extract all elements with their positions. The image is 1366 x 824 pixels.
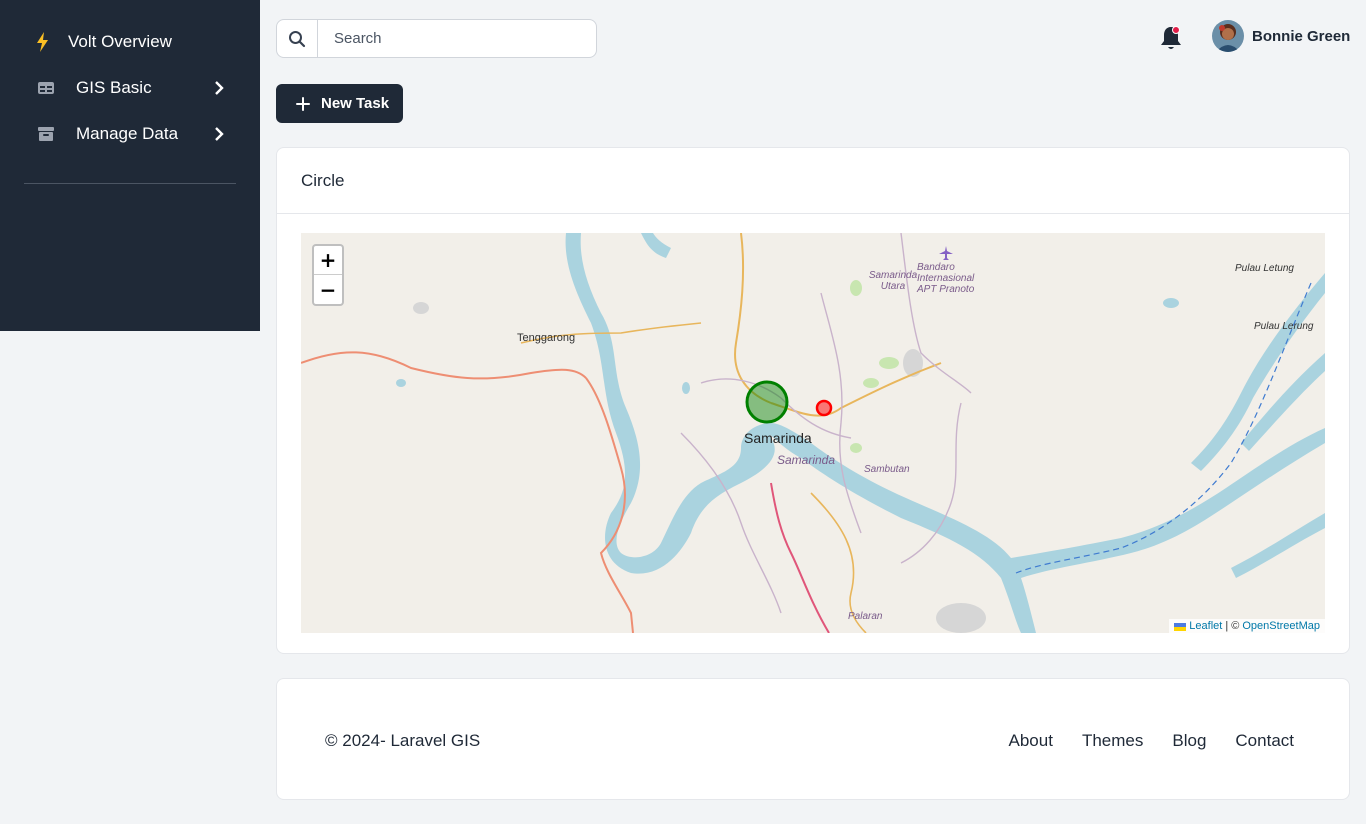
footer: © 2024- Laravel GIS About Themes Blog Co… — [276, 678, 1350, 800]
archive-icon — [36, 124, 56, 144]
sidebar-item-label: GIS Basic — [76, 78, 152, 97]
new-task-button[interactable]: New Task — [276, 84, 403, 123]
circle-overlay[interactable] — [745, 380, 789, 424]
leaflet-link[interactable]: Leaflet — [1189, 620, 1222, 632]
footer-link-contact[interactable]: Contact — [1235, 731, 1294, 751]
attribution-separator: | © — [1225, 620, 1240, 632]
table-icon — [36, 78, 56, 98]
notification-button[interactable] — [1158, 24, 1184, 52]
sidebar-brand[interactable]: Volt Overview — [36, 28, 172, 56]
zoom-in-button[interactable]: + — [314, 246, 342, 275]
sidebar: Volt Overview GIS Basic Manage Data — [0, 0, 260, 331]
sidebar-brand-label: Volt Overview — [68, 32, 172, 51]
notification-dot — [1172, 26, 1180, 34]
map-card: Circle Tenggarong Samarinda Samarinda Sa… — [276, 147, 1350, 654]
footer-link-themes[interactable]: Themes — [1082, 731, 1143, 751]
leaflet-map[interactable]: Tenggarong Samarinda Samarinda Samarinda… — [301, 233, 1325, 633]
sidebar-item-manage-data[interactable]: Manage Data — [36, 118, 226, 150]
chevron-right-icon — [212, 127, 226, 141]
footer-links: About Themes Blog Contact — [1009, 731, 1294, 751]
zoom-control: + − — [312, 244, 344, 306]
ukraine-flag-icon — [1174, 622, 1187, 631]
avatar — [1212, 20, 1244, 52]
user-name: Bonnie Green — [1252, 27, 1351, 45]
zoom-out-button[interactable]: − — [314, 275, 342, 304]
sidebar-divider — [24, 183, 236, 184]
user-menu[interactable]: Bonnie Green — [1212, 20, 1350, 52]
chevron-right-icon — [212, 81, 226, 95]
search-input[interactable] — [318, 20, 596, 57]
footer-link-blog[interactable]: Blog — [1172, 731, 1206, 751]
card-title: Circle — [277, 148, 1349, 214]
red-circle-marker[interactable] — [815, 399, 833, 417]
map-overlays — [745, 380, 833, 424]
map-attribution: Leaflet | © OpenStreetMap — [1169, 619, 1325, 633]
bell-icon — [1161, 27, 1181, 49]
sidebar-item-label: Manage Data — [76, 124, 179, 143]
osm-link[interactable]: OpenStreetMap — [1242, 620, 1320, 632]
new-task-label: New Task — [321, 95, 390, 112]
sidebar-item-gis-basic[interactable]: GIS Basic — [36, 72, 226, 104]
plus-icon — [296, 96, 310, 111]
footer-link-about[interactable]: About — [1009, 731, 1053, 751]
lightning-icon — [36, 31, 52, 53]
search-box — [276, 19, 597, 58]
footer-copyright: © 2024- Laravel GIS — [325, 731, 481, 750]
search-icon[interactable] — [277, 20, 318, 57]
